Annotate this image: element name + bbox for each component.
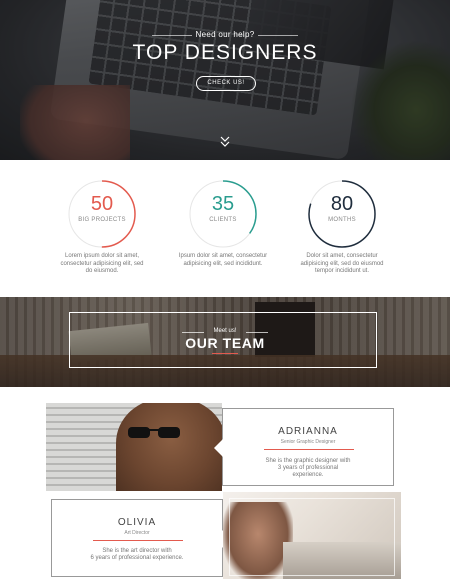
- stat-clients: 35 CLIENTS: [187, 178, 259, 250]
- sunglasses-icon: [128, 427, 180, 438]
- card-pointer: [214, 439, 223, 457]
- hero-title: TOP DESIGNERS: [132, 41, 318, 64]
- hair-image: [116, 403, 222, 491]
- stat-value: 35: [211, 193, 235, 215]
- member-underline: [93, 540, 183, 541]
- member-role: Art Director: [124, 530, 150, 536]
- member-bio-line: experience.: [292, 472, 324, 478]
- member-photo-adrianna: [46, 403, 222, 491]
- chevron-down-icon[interactable]: [217, 135, 233, 149]
- stat-ring: 50 BIG PROJECTS: [66, 178, 138, 250]
- banner-title: OUR TEAM: [185, 335, 265, 351]
- member-role: Senior Graphic Designer: [280, 439, 336, 445]
- member-underline: [264, 449, 354, 450]
- stat-value: 50: [90, 193, 114, 215]
- stat-value: 80: [330, 193, 354, 215]
- member-card-olivia: OLIVIA Art Director She is the art direc…: [51, 499, 231, 577]
- stat-label: BIG PROJECTS: [78, 217, 126, 223]
- stat-description: Lorem ipsum dolor sit amet, consectetur …: [60, 253, 144, 274]
- stat-ring: 35 CLIENTS: [187, 178, 259, 250]
- stat-months: 80 MONTHS: [306, 178, 378, 250]
- stat-label: CLIENTS: [209, 217, 237, 223]
- member-name: OLIVIA: [117, 517, 157, 528]
- stat-description: Dolor sit amet, consectetur adipisicing …: [300, 253, 384, 274]
- stat-description: Ipsum dolor sit amet, consectetur adipis…: [178, 253, 268, 267]
- stat-ring: 80 MONTHS: [306, 178, 378, 250]
- hero-kicker: Need our help?: [0, 30, 450, 39]
- member-photo-olivia: [223, 492, 401, 579]
- hero-section: Need our help? TOP DESIGNERS CHECK US!: [0, 0, 450, 160]
- photo-frame: [229, 498, 395, 576]
- stat-projects: 50 BIG PROJECTS: [66, 178, 138, 250]
- check-us-button[interactable]: CHECK US!: [196, 76, 256, 91]
- member-name: ADRIANNA: [278, 426, 338, 437]
- banner-kicker: Meet us!: [0, 328, 450, 334]
- banner-underline: [212, 353, 238, 354]
- stat-label: MONTHS: [328, 217, 356, 223]
- team-banner: Meet us! OUR TEAM: [0, 297, 450, 387]
- member-card-adrianna: ADRIANNA Senior Graphic Designer She is …: [214, 408, 394, 486]
- member-bio-line: 6 years of professional experience.: [90, 555, 184, 561]
